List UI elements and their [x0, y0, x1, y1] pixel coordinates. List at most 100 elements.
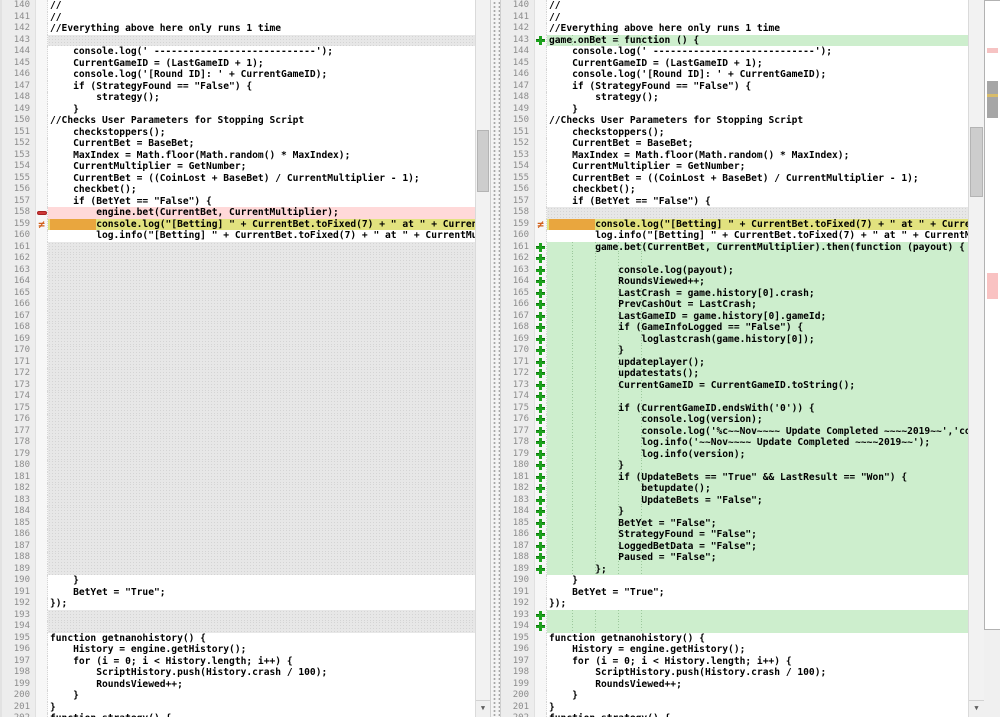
code-text[interactable]: log.info("[Betting] " + CurrentBet.toFix…	[48, 230, 477, 242]
code-text[interactable]: CurrentBet = ((CoinLost + BaseBet) / Cur…	[48, 173, 477, 185]
code-text[interactable]: console.log("[Betting] " + CurrentBet.to…	[547, 219, 968, 231]
code-text[interactable]: strategy();	[547, 92, 968, 104]
left-scroll-down-button[interactable]: ▼	[476, 700, 490, 717]
code-text[interactable]	[48, 288, 477, 300]
code-text[interactable]	[48, 368, 477, 380]
code-text[interactable]: //Everything above here only runs 1 time	[547, 23, 968, 35]
code-text[interactable]: console.log("[Betting] " + CurrentBet.to…	[48, 219, 477, 231]
code-text[interactable]: CurrentMultiplier = GetNumber;	[48, 161, 477, 173]
code-text[interactable]: LoggedBetData = "False";	[547, 541, 968, 553]
code-text[interactable]: if (StrategyFound == "False") {	[547, 81, 968, 93]
code-text[interactable]	[48, 495, 477, 507]
code-text[interactable]	[48, 483, 477, 495]
code-text[interactable]: log.info("[Betting] " + CurrentBet.toFix…	[547, 230, 968, 242]
code-text[interactable]: console.log(' --------------------------…	[48, 46, 477, 58]
code-text[interactable]: }	[547, 575, 968, 587]
code-text[interactable]: //	[48, 0, 477, 12]
left-scrollbar-thumb[interactable]	[477, 130, 489, 192]
code-text[interactable]: Paused = "False";	[547, 552, 968, 564]
code-text[interactable]: MaxIndex = Math.floor(Math.random() * Ma…	[48, 150, 477, 162]
code-text[interactable]: checkbet();	[547, 184, 968, 196]
code-text[interactable]: CurrentMultiplier = GetNumber;	[547, 161, 968, 173]
code-text[interactable]	[48, 345, 477, 357]
code-text[interactable]: }	[48, 690, 477, 702]
code-text[interactable]: };	[547, 564, 968, 576]
code-text[interactable]: CurrentGameID = (LastGameID + 1);	[547, 58, 968, 70]
code-text[interactable]: function strategy() {	[48, 713, 477, 717]
code-text[interactable]: MaxIndex = Math.floor(Math.random() * Ma…	[547, 150, 968, 162]
code-text[interactable]: RoundsViewed++;	[547, 276, 968, 288]
code-text[interactable]	[48, 311, 477, 323]
code-text[interactable]: //Checks User Parameters for Stopping Sc…	[547, 115, 968, 127]
code-text[interactable]	[48, 334, 477, 346]
diff-overview-mark[interactable]	[987, 97, 998, 118]
code-text[interactable]	[48, 357, 477, 369]
code-text[interactable]: checkstoppers();	[547, 127, 968, 139]
code-text[interactable]: function strategy() {	[547, 713, 968, 717]
code-text[interactable]	[48, 322, 477, 334]
code-text[interactable]: log.info(version);	[547, 449, 968, 461]
code-text[interactable]: CurrentBet = BaseBet;	[48, 138, 477, 150]
code-text[interactable]: checkstoppers();	[48, 127, 477, 139]
code-text[interactable]	[48, 380, 477, 392]
code-text[interactable]	[48, 621, 477, 633]
code-text[interactable]: ScriptHistory.push(History.crash / 100);	[48, 667, 477, 679]
right-scroll-down-button[interactable]: ▼	[969, 700, 984, 717]
code-text[interactable]	[48, 518, 477, 530]
diff-overview-mark[interactable]	[987, 273, 998, 299]
diff-overview-bar[interactable]	[984, 0, 1000, 630]
code-text[interactable]: CurrentBet = BaseBet;	[547, 138, 968, 150]
code-text[interactable]	[48, 35, 477, 47]
code-text[interactable]: game.bet(CurrentBet, CurrentMultiplier).…	[547, 242, 968, 254]
code-text[interactable]	[48, 564, 477, 576]
pane-splitter[interactable]	[490, 0, 501, 717]
code-text[interactable]	[48, 506, 477, 518]
diff-overview-mark[interactable]	[987, 48, 998, 53]
code-text[interactable]: History = engine.getHistory();	[48, 644, 477, 656]
code-text[interactable]	[48, 460, 477, 472]
code-text[interactable]: BetYet = "True";	[48, 587, 477, 599]
code-text[interactable]	[48, 299, 477, 311]
code-text[interactable]	[547, 391, 968, 403]
code-text[interactable]	[48, 472, 477, 484]
code-text[interactable]	[48, 437, 477, 449]
code-text[interactable]: }	[547, 506, 968, 518]
code-text[interactable]: loglastcrash(game.history[0]);	[547, 334, 968, 346]
code-text[interactable]	[48, 265, 477, 277]
code-text[interactable]: if (StrategyFound == "False") {	[48, 81, 477, 93]
code-text[interactable]: if (BetYet == "False") {	[48, 196, 477, 208]
code-text[interactable]	[48, 414, 477, 426]
code-text[interactable]: console.log(' --------------------------…	[547, 46, 968, 58]
code-text[interactable]: console.log('[Round ID]: ' + CurrentGame…	[48, 69, 477, 81]
code-text[interactable]	[48, 242, 477, 254]
code-text[interactable]: engine.bet(CurrentBet, CurrentMultiplier…	[48, 207, 477, 219]
code-text[interactable]: if (UpdateBets == "True" && LastResult =…	[547, 472, 968, 484]
code-text[interactable]: }	[547, 345, 968, 357]
code-text[interactable]: });	[547, 598, 968, 610]
left-vertical-scrollbar[interactable]: ▼	[475, 0, 490, 717]
code-text[interactable]: CurrentGameID = (LastGameID + 1);	[48, 58, 477, 70]
code-text[interactable]: //	[48, 12, 477, 24]
code-text[interactable]: ScriptHistory.push(History.crash / 100);	[547, 667, 968, 679]
code-text[interactable]: function getnanohistory() {	[547, 633, 968, 645]
code-text[interactable]: }	[547, 690, 968, 702]
code-text[interactable]	[48, 449, 477, 461]
diff-overview-mark[interactable]	[987, 81, 998, 94]
code-text[interactable]	[48, 391, 477, 403]
code-text[interactable]	[48, 552, 477, 564]
code-text[interactable]: //Checks User Parameters for Stopping Sc…	[48, 115, 477, 127]
code-text[interactable]: RoundsViewed++;	[547, 679, 968, 691]
code-text[interactable]	[48, 610, 477, 622]
code-text[interactable]: //	[547, 12, 968, 24]
code-text[interactable]: //	[547, 0, 968, 12]
code-text[interactable]: if (BetYet == "False") {	[547, 196, 968, 208]
code-text[interactable]	[547, 610, 968, 622]
code-text[interactable]	[547, 621, 968, 633]
code-text[interactable]	[48, 426, 477, 438]
code-text[interactable]: LastGameID = game.history[0].gameId;	[547, 311, 968, 323]
code-text[interactable]: console.log('[Round ID]: ' + CurrentGame…	[547, 69, 968, 81]
code-text[interactable]: });	[48, 598, 477, 610]
code-text[interactable]: if (CurrentGameID.endsWith('0')) {	[547, 403, 968, 415]
code-text[interactable]	[48, 529, 477, 541]
code-text[interactable]: }	[547, 702, 968, 714]
